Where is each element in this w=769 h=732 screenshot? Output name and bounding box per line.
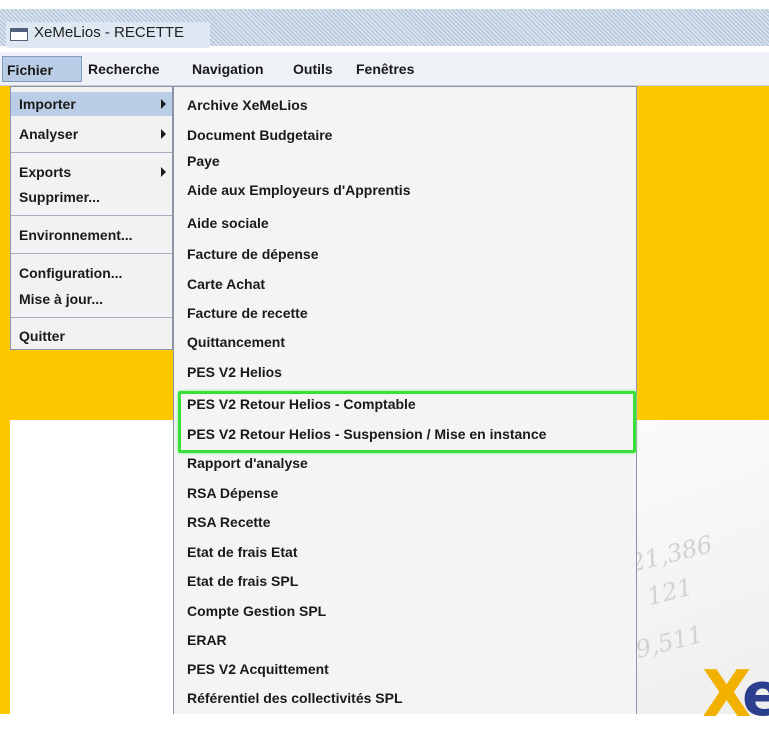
menu-item-label: Exports	[19, 164, 72, 180]
menu-fichier[interactable]: Fichier	[2, 56, 82, 82]
submenu-item[interactable]: Compte Gestion SPL	[187, 599, 326, 623]
background-number: 21,386	[626, 530, 716, 578]
menu-item-label: Mise à jour...	[19, 291, 104, 307]
submenu-arrow-icon	[161, 99, 166, 109]
submenu-item[interactable]: PES V2 Helios	[187, 360, 282, 384]
background-number: 9,511	[632, 620, 707, 664]
submenu-arrow-icon	[161, 129, 166, 139]
menu-item-label: Environnement...	[19, 227, 133, 243]
submenu-item[interactable]: Archive XeMeLios	[187, 93, 308, 117]
background-strip	[0, 420, 10, 714]
background-number: 121	[644, 572, 696, 612]
menu-item-label: Importer	[19, 96, 76, 112]
menu-item-label: Quitter	[19, 328, 65, 344]
menu-item-label: Supprimer...	[19, 189, 100, 205]
menu-item-importer[interactable]: Importer	[11, 92, 172, 116]
menu-item-quitter[interactable]: Quitter	[11, 324, 172, 348]
menu-separator	[11, 253, 172, 254]
submenu-arrow-icon	[161, 167, 166, 177]
menu-fenetres[interactable]: Fenêtres	[352, 56, 418, 82]
menu-separator	[11, 317, 172, 318]
submenu-item[interactable]: PES V2 Acquittement	[187, 657, 329, 681]
logo-letter: e	[742, 660, 769, 730]
submenu-item[interactable]: Aide aux Employeurs d'Apprentis	[187, 178, 411, 202]
menu-outils[interactable]: Outils	[289, 56, 337, 82]
submenu-item[interactable]: Aide sociale	[187, 211, 269, 235]
submenu-item[interactable]: Paye	[187, 149, 220, 173]
submenu-item[interactable]: RSA Recette	[187, 510, 271, 534]
window-icon	[10, 28, 28, 41]
submenu-item[interactable]: Facture de recette	[187, 301, 308, 325]
menu-item-mise-a-jour[interactable]: Mise à jour...	[11, 287, 172, 311]
menu-item-analyser[interactable]: Analyser	[11, 122, 172, 146]
menu-item-configuration[interactable]: Configuration...	[11, 261, 172, 285]
submenu-item[interactable]: Document Budgetaire	[187, 123, 332, 147]
file-menu: Importer Analyser Exports Supprimer... E…	[10, 86, 173, 350]
menu-item-label: Analyser	[19, 126, 79, 142]
menu-item-supprimer[interactable]: Supprimer...	[11, 185, 172, 209]
window-title: XeMeLios - RECETTE	[34, 24, 185, 41]
menu-navigation[interactable]: Navigation	[188, 56, 268, 82]
submenu-item[interactable]: Etat de frais Etat	[187, 540, 297, 564]
menu-item-exports[interactable]: Exports	[11, 160, 172, 184]
submenu-item[interactable]: ERAR	[187, 628, 227, 652]
menu-separator	[11, 152, 172, 153]
menu-separator	[11, 215, 172, 216]
submenu-item[interactable]: Quittancement	[187, 330, 285, 354]
submenu-item[interactable]: Rapport d'analyse	[187, 451, 308, 475]
title-bar: XeMeLios - RECETTE	[0, 0, 769, 48]
menu-bar: Fichier Recherche Navigation Outils Fenê…	[0, 52, 769, 86]
submenu-item[interactable]: RSA Dépense	[187, 481, 278, 505]
submenu-item[interactable]: Carte Achat	[187, 272, 265, 296]
menu-item-label: Configuration...	[19, 265, 123, 281]
submenu-item[interactable]: Etat de frais SPL	[187, 569, 298, 593]
submenu-item[interactable]: Référentiel des collectivités SPL	[187, 686, 403, 710]
menu-item-environnement[interactable]: Environnement...	[11, 223, 172, 247]
highlight-box	[178, 391, 636, 453]
submenu-item[interactable]: Facture de dépense	[187, 242, 319, 266]
menu-recherche[interactable]: Recherche	[84, 56, 164, 82]
